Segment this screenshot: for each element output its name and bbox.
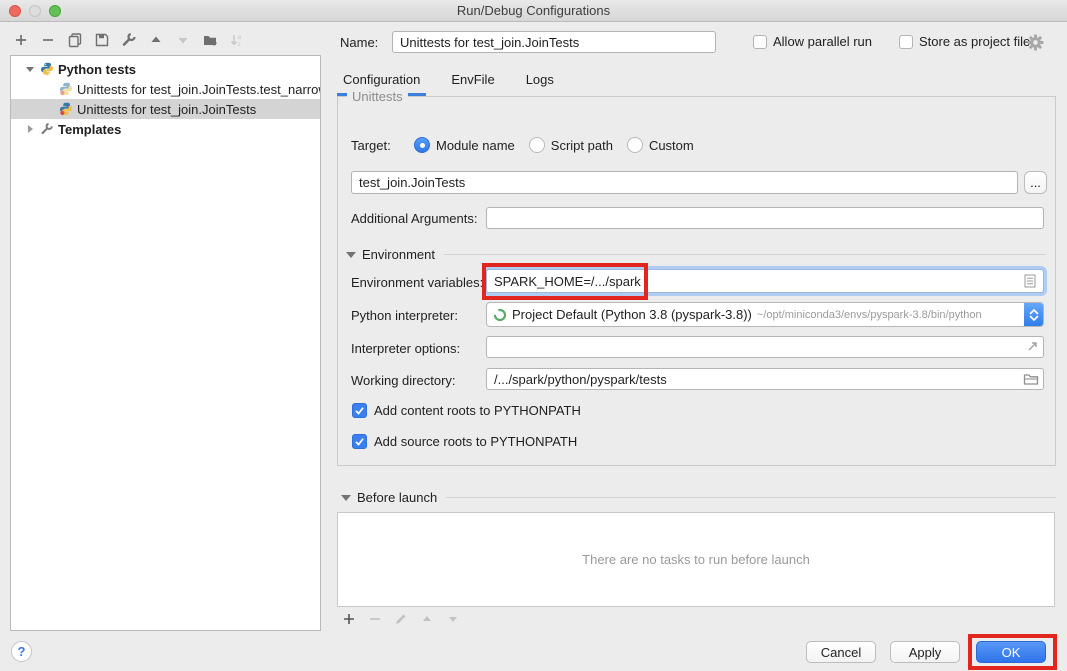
before-launch-tasks-list[interactable]: There are no tasks to run before launch bbox=[337, 512, 1055, 607]
python-interpreter-label: Python interpreter: bbox=[351, 308, 458, 323]
remove-configuration-icon[interactable] bbox=[40, 32, 56, 48]
tab-logs[interactable]: Logs bbox=[520, 72, 560, 96]
tree-item-templates[interactable]: Templates bbox=[11, 119, 320, 139]
store-as-project-file-checkbox[interactable]: Store as project file bbox=[899, 34, 1030, 49]
move-down-icon bbox=[175, 32, 191, 48]
allow-parallel-run-label: Allow parallel run bbox=[773, 34, 872, 49]
sort-alphabetically-icon: az bbox=[229, 32, 245, 48]
radio-module-name-label: Module name bbox=[436, 138, 515, 153]
add-source-roots-label: Add source roots to PYTHONPATH bbox=[374, 434, 577, 449]
configurations-toolbar: az bbox=[13, 32, 245, 48]
environment-variables-input[interactable] bbox=[486, 269, 1044, 293]
chevron-down-icon[interactable] bbox=[346, 252, 356, 258]
new-folder-icon[interactable] bbox=[202, 32, 218, 48]
python-icon bbox=[40, 62, 54, 76]
interpreter-path: ~/opt/miniconda3/envs/pyspark-3.8/bin/py… bbox=[757, 309, 982, 321]
store-as-project-file-label: Store as project file bbox=[919, 34, 1030, 49]
name-label: Name: bbox=[340, 35, 378, 50]
window-title: Run/Debug Configurations bbox=[0, 3, 1067, 18]
save-configuration-icon[interactable] bbox=[94, 32, 110, 48]
working-directory-label: Working directory: bbox=[351, 373, 456, 388]
target-row: Target: Module name Script path Custom bbox=[351, 137, 694, 153]
ok-button[interactable]: OK bbox=[976, 641, 1046, 663]
svg-text:z: z bbox=[238, 41, 241, 48]
no-tasks-message: There are no tasks to run before launch bbox=[582, 552, 810, 567]
tree-item-label: Unittests for test_join.JoinTests.test_n… bbox=[77, 82, 320, 97]
add-content-roots-checkbox[interactable]: Add content roots to PYTHONPATH bbox=[352, 403, 581, 418]
svg-text:a: a bbox=[238, 34, 242, 41]
add-configuration-icon[interactable] bbox=[13, 32, 29, 48]
tree-item-python-tests[interactable]: Python tests bbox=[11, 59, 320, 79]
radio-custom-label: Custom bbox=[649, 138, 694, 153]
target-input[interactable] bbox=[351, 171, 1018, 194]
section-divider bbox=[444, 254, 1046, 255]
tree-item-label: Templates bbox=[58, 122, 121, 137]
additional-arguments-input[interactable] bbox=[486, 207, 1044, 229]
interpreter-options-input[interactable] bbox=[486, 336, 1044, 358]
unittests-group: Unittests Target: Module name Script pat… bbox=[337, 96, 1056, 466]
checkbox-checked-icon[interactable] bbox=[352, 434, 367, 449]
add-source-roots-checkbox[interactable]: Add source roots to PYTHONPATH bbox=[352, 434, 577, 449]
title-bar: Run/Debug Configurations bbox=[0, 0, 1067, 22]
checkbox-checked-icon[interactable] bbox=[352, 403, 367, 418]
chevron-down-icon[interactable] bbox=[341, 495, 351, 501]
unittests-group-legend: Unittests bbox=[347, 89, 408, 104]
conda-environment-icon bbox=[493, 308, 507, 322]
radio-module-name[interactable] bbox=[414, 137, 430, 153]
tree-item-unittests-jointests-selected[interactable]: Unittests for test_join.JoinTests bbox=[11, 99, 320, 119]
tree-item-unittests-narrow[interactable]: Unittests for test_join.JoinTests.test_n… bbox=[11, 79, 320, 99]
python-test-icon bbox=[59, 102, 73, 116]
interpreter-options-label: Interpreter options: bbox=[351, 341, 460, 356]
apply-button[interactable]: Apply bbox=[890, 641, 960, 663]
wrench-icon bbox=[40, 122, 54, 136]
edit-task-icon bbox=[394, 612, 408, 629]
environment-header-label: Environment bbox=[362, 247, 435, 262]
checkbox-unchecked-icon[interactable] bbox=[899, 35, 913, 49]
tab-envfile[interactable]: EnvFile bbox=[445, 72, 500, 96]
configuration-tabs: Configuration EnvFile Logs bbox=[337, 66, 1056, 97]
working-directory-input[interactable] bbox=[486, 368, 1044, 390]
tree-item-label: Python tests bbox=[58, 62, 136, 77]
python-test-icon bbox=[59, 82, 73, 96]
help-button[interactable]: ? bbox=[11, 641, 32, 662]
chevron-right-icon[interactable] bbox=[23, 122, 37, 136]
add-task-icon[interactable] bbox=[342, 612, 356, 629]
interpreter-value: Project Default (Python 3.8 (pyspark-3.8… bbox=[512, 307, 752, 322]
target-label: Target: bbox=[351, 138, 401, 153]
gear-icon[interactable] bbox=[1027, 34, 1044, 54]
radio-script-path[interactable] bbox=[529, 137, 545, 153]
radio-custom[interactable] bbox=[627, 137, 643, 153]
add-content-roots-label: Add content roots to PYTHONPATH bbox=[374, 403, 581, 418]
allow-parallel-run-checkbox[interactable]: Allow parallel run bbox=[753, 34, 872, 49]
move-task-up-icon bbox=[420, 612, 434, 629]
browse-target-button[interactable]: ... bbox=[1024, 171, 1047, 194]
radio-script-path-label: Script path bbox=[551, 138, 613, 153]
remove-task-icon bbox=[368, 612, 382, 629]
tree-item-label: Unittests for test_join.JoinTests bbox=[77, 102, 256, 117]
dropdown-stepper-icon[interactable] bbox=[1024, 302, 1044, 327]
environment-section-header[interactable]: Environment bbox=[346, 247, 1046, 262]
checkbox-unchecked-icon[interactable] bbox=[753, 35, 767, 49]
before-launch-section-header[interactable]: Before launch bbox=[341, 490, 1056, 505]
edit-templates-icon[interactable] bbox=[121, 32, 137, 48]
copy-configuration-icon[interactable] bbox=[67, 32, 83, 48]
before-launch-toolbar bbox=[342, 612, 460, 629]
python-interpreter-select[interactable]: Project Default (Python 3.8 (pyspark-3.8… bbox=[486, 302, 1044, 327]
cancel-button[interactable]: Cancel bbox=[806, 641, 876, 663]
move-up-icon[interactable] bbox=[148, 32, 164, 48]
section-divider bbox=[446, 497, 1056, 498]
configurations-tree: Python tests Unittests for test_join.Joi… bbox=[10, 55, 321, 631]
environment-variables-label: Environment variables: bbox=[351, 275, 483, 290]
move-task-down-icon bbox=[446, 612, 460, 629]
name-input[interactable] bbox=[392, 31, 716, 53]
additional-arguments-label: Additional Arguments: bbox=[351, 211, 477, 226]
before-launch-header-label: Before launch bbox=[357, 490, 437, 505]
chevron-down-icon[interactable] bbox=[23, 62, 37, 76]
run-debug-configurations-dialog: { "window": { "title": "Run/Debug Config… bbox=[0, 0, 1067, 671]
